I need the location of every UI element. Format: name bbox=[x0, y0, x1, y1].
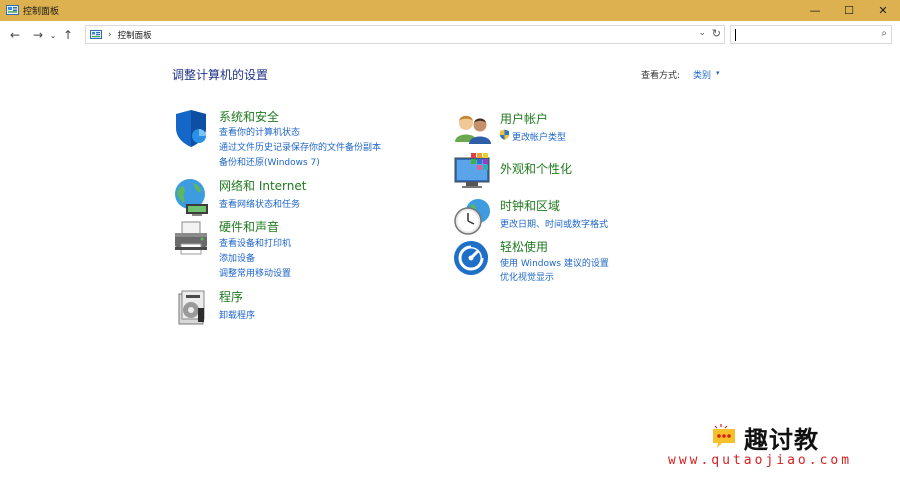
category-title[interactable]: 轻松使用 bbox=[500, 238, 548, 255]
ease-of-access-icon[interactable] bbox=[453, 238, 493, 278]
up-button[interactable]: ↑ bbox=[59, 26, 77, 44]
watermark-brand: 趣讨教 bbox=[744, 426, 819, 454]
control-panel-icon bbox=[6, 5, 19, 15]
category-programs: 程序 卸载程序 bbox=[172, 288, 432, 328]
link-mobility-settings[interactable]: 调整常用移动设置 bbox=[219, 266, 291, 279]
uac-shield-icon bbox=[500, 129, 509, 140]
category-title[interactable]: 网络和 Internet bbox=[219, 177, 306, 194]
printer-icon[interactable] bbox=[172, 218, 212, 258]
search-icon[interactable]: ⌕ bbox=[881, 28, 887, 39]
close-button[interactable]: ✕ bbox=[866, 0, 900, 21]
link-file-history[interactable]: 通过文件历史记录保存你的文件备份副本 bbox=[219, 140, 381, 153]
category-title[interactable]: 硬件和声音 bbox=[219, 218, 279, 235]
category-ease-of-access: 轻松使用 使用 Windows 建议的设置 优化视觉显示 bbox=[453, 238, 713, 286]
search-input[interactable]: ⌕ bbox=[730, 25, 892, 44]
link-recommended-settings[interactable]: 使用 Windows 建议的设置 bbox=[500, 256, 609, 269]
category-network-internet: 网络和 Internet 查看网络状态和任务 bbox=[172, 177, 432, 216]
back-button[interactable]: ← bbox=[6, 26, 24, 44]
link-date-time-format[interactable]: 更改日期、时间或数字格式 bbox=[500, 217, 608, 230]
link-uninstall-program[interactable]: 卸载程序 bbox=[219, 308, 255, 321]
window-title: 控制面板 bbox=[23, 7, 60, 17]
window-controls: — ☐ ✕ bbox=[798, 0, 900, 21]
breadcrumb-control-panel[interactable]: 控制面板 bbox=[118, 29, 152, 41]
dropdown-arrow-icon[interactable]: ▾ bbox=[716, 69, 720, 77]
watermark-logo-icon bbox=[713, 424, 735, 448]
link-add-device[interactable]: 添加设备 bbox=[219, 251, 255, 264]
category-title[interactable]: 程序 bbox=[219, 288, 243, 305]
clock-globe-icon[interactable] bbox=[453, 197, 493, 237]
link-backup-restore[interactable]: 备份和还原(Windows 7) bbox=[219, 155, 320, 168]
category-title[interactable]: 外观和个性化 bbox=[500, 160, 572, 177]
address-bar[interactable]: › 控制面板 ⌄ ↻ bbox=[85, 25, 725, 44]
view-by-dropdown[interactable]: 类别 bbox=[693, 68, 711, 81]
view-by-label: 查看方式: bbox=[641, 71, 681, 81]
chevron-down-icon[interactable]: ⌄ bbox=[698, 28, 706, 38]
shield-icon[interactable] bbox=[172, 108, 212, 148]
link-devices-printers[interactable]: 查看设备和打印机 bbox=[219, 236, 291, 249]
category-title[interactable]: 系统和安全 bbox=[219, 108, 279, 125]
category-appearance: 外观和个性化 bbox=[453, 152, 713, 192]
users-icon[interactable] bbox=[453, 110, 493, 150]
navigation-bar: ← → ⌄ ↑ › 控制面板 ⌄ ↻ ⌕ bbox=[0, 21, 900, 49]
title-bar: 控制面板 — ☐ ✕ bbox=[0, 0, 900, 21]
link-view-computer-status[interactable]: 查看你的计算机状态 bbox=[219, 125, 300, 138]
programs-icon[interactable] bbox=[172, 288, 212, 328]
category-title[interactable]: 时钟和区域 bbox=[500, 197, 560, 214]
link-change-account-type[interactable]: 更改帐户类型 bbox=[512, 130, 566, 143]
category-system-security: 系统和安全 查看你的计算机状态 通过文件历史记录保存你的文件备份副本 备份和还原… bbox=[172, 108, 432, 168]
link-network-status[interactable]: 查看网络状态和任务 bbox=[219, 197, 300, 210]
display-color-icon[interactable] bbox=[453, 152, 493, 192]
refresh-icon[interactable]: ↻ bbox=[712, 27, 721, 40]
maximize-button[interactable]: ☐ bbox=[832, 0, 866, 21]
category-hardware-sound: 硬件和声音 查看设备和打印机 添加设备 调整常用移动设置 bbox=[172, 218, 432, 279]
control-panel-icon bbox=[90, 29, 102, 39]
recent-locations-button[interactable]: ⌄ bbox=[47, 26, 59, 44]
forward-button[interactable]: → bbox=[29, 26, 47, 44]
category-user-accounts: 用户帐户 更改帐户类型 bbox=[453, 110, 713, 146]
category-title[interactable]: 用户帐户 bbox=[500, 110, 548, 127]
minimize-button[interactable]: — bbox=[798, 0, 832, 21]
network-globe-icon[interactable] bbox=[172, 177, 212, 217]
page-title: 调整计算机的设置 bbox=[172, 68, 269, 82]
chevron-right-icon[interactable]: › bbox=[108, 30, 112, 40]
text-caret bbox=[735, 29, 736, 41]
category-clock-region: 时钟和区域 更改日期、时间或数字格式 bbox=[453, 197, 713, 235]
link-optimize-visual-display[interactable]: 优化视觉显示 bbox=[500, 270, 554, 283]
watermark-url: www.qutaojiao.com bbox=[668, 453, 853, 468]
